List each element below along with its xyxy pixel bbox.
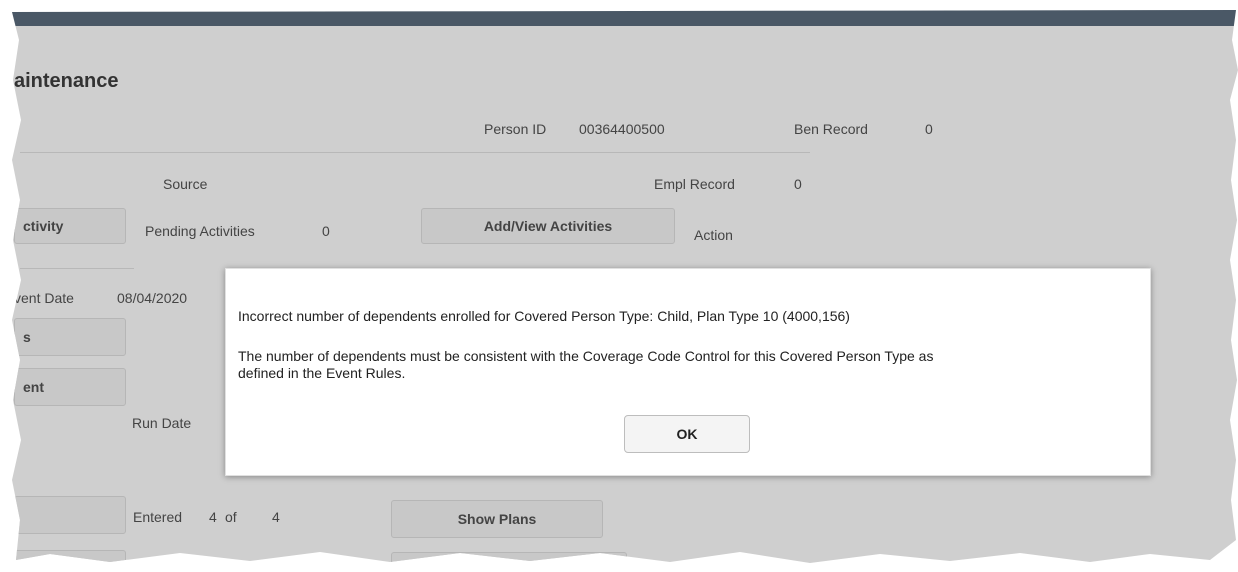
total-value: 4 <box>272 509 280 525</box>
ent-button[interactable]: ent <box>14 368 126 406</box>
empl-record-value: 0 <box>794 176 802 192</box>
page-title: aintenance <box>14 70 119 92</box>
add-view-activities-button[interactable]: Add/View Activities <box>421 208 675 244</box>
empl-record-label: Empl Record <box>654 176 735 192</box>
action-label: Action <box>694 227 733 243</box>
error-detail-line2: defined in the Event Rules. <box>238 365 406 381</box>
pending-activities-value: 0 <box>322 223 330 239</box>
bottom-button[interactable] <box>14 550 126 563</box>
pending-activities-label: Pending Activities <box>145 223 255 239</box>
event-date-label: vent Date <box>14 290 74 306</box>
of-label: of <box>225 509 237 525</box>
entered-value: 4 <box>209 509 217 525</box>
ben-record-value: 0 <box>925 121 933 137</box>
person-id-label: Person ID <box>484 121 547 137</box>
run-date-label: Run Date <box>132 415 192 431</box>
ok-button[interactable]: OK <box>624 415 750 453</box>
error-detail-line1: The number of dependents must be consist… <box>238 348 934 364</box>
error-dialog: Incorrect number of dependents enrolled … <box>225 268 1151 476</box>
screenshot-frame: aintenance Person ID 00364400500 Ben Rec… <box>12 10 1238 563</box>
ben-record-label: Ben Record <box>794 121 868 137</box>
activity-button[interactable]: ctivity <box>14 208 126 244</box>
entered-label: Entered <box>133 509 183 525</box>
show-plans-button[interactable]: Show Plans <box>391 500 603 538</box>
divider-short <box>20 268 134 269</box>
person-id-value: 00364400500 <box>579 121 665 137</box>
s-button[interactable]: s <box>14 318 126 356</box>
left-button[interactable] <box>14 496 126 534</box>
event-date-value: 08/04/2020 <box>117 290 188 306</box>
source-label: Source <box>163 176 208 192</box>
top-header-bar <box>12 10 1238 26</box>
error-message: Incorrect number of dependents enrolled … <box>238 308 850 324</box>
divider <box>20 152 810 153</box>
bottom-button-2[interactable] <box>391 552 627 563</box>
